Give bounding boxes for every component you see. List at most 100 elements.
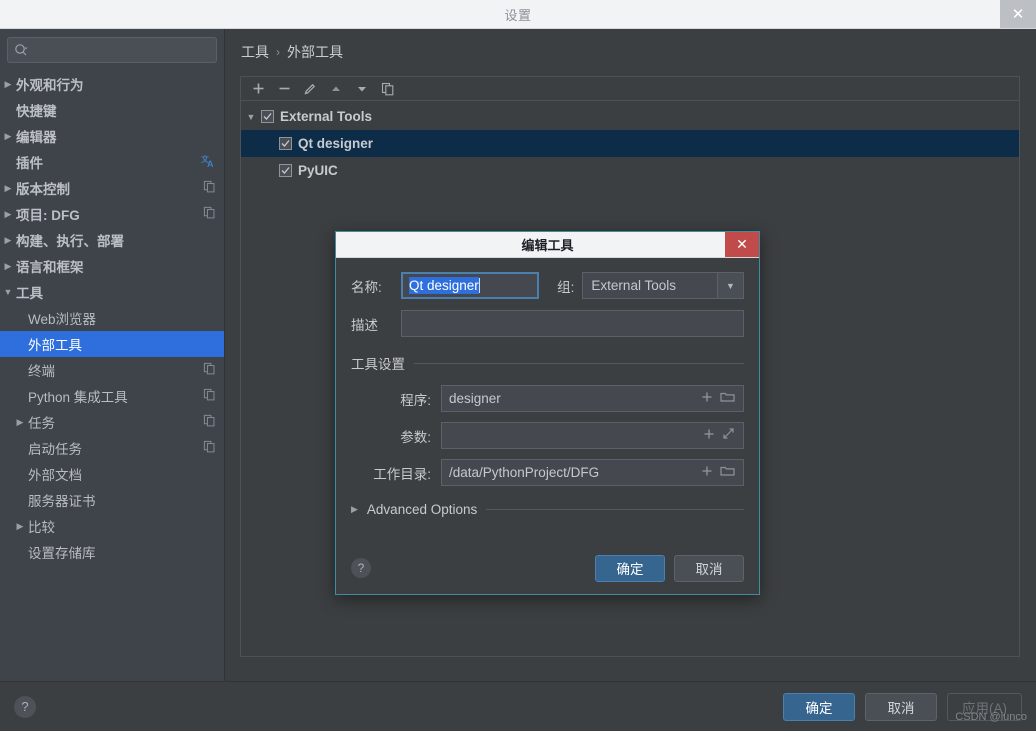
program-input[interactable]: designer	[441, 385, 744, 412]
chevron-right-icon[interactable]: ▶	[12, 417, 28, 428]
chevron-right-icon: ▶	[351, 504, 358, 514]
move-up-button[interactable]	[325, 79, 347, 99]
svg-text:A: A	[207, 159, 214, 168]
move-down-button[interactable]	[351, 79, 373, 99]
sidebar-item-2[interactable]: ▶ 编辑器	[0, 123, 224, 149]
cancel-button[interactable]: 取消	[865, 692, 937, 721]
sidebar-item-10[interactable]: 外部工具	[0, 331, 224, 357]
sidebar-item-label: 编辑器	[16, 130, 57, 145]
working-directory-row: 工作目录: /data/PythonProject/DFG	[351, 459, 744, 486]
tools-tree-row[interactable]: ▼ External Tools	[241, 103, 1019, 130]
sidebar-item-0[interactable]: ▶ 外观和行为	[0, 71, 224, 97]
arguments-input[interactable]	[441, 422, 744, 449]
sidebar-item-8[interactable]: ▼ 工具	[0, 279, 224, 305]
search-input[interactable]	[32, 43, 210, 57]
advanced-options-toggle[interactable]: ▶ Advanced Options	[351, 502, 744, 517]
checkbox[interactable]	[261, 110, 274, 123]
sidebar-item-label: 插件	[16, 156, 43, 171]
sidebar-item-4[interactable]: ▶ 版本控制	[0, 175, 224, 201]
sidebar-item-1[interactable]: 快捷键	[0, 97, 224, 123]
working-directory-input[interactable]: /data/PythonProject/DFG	[441, 459, 744, 486]
sidebar-item-6[interactable]: ▶ 构建、执行、部署	[0, 227, 224, 253]
sidebar-item-12[interactable]: Python 集成工具	[0, 383, 224, 409]
remove-button[interactable]	[273, 79, 295, 99]
sidebar-tree: ▶ 外观和行为 快捷键 ▶ 编辑器 插件文 A ▶ 版本控制 ▶ 项目: DFG ▶ 构建、执行、部署 ▶…	[0, 71, 224, 565]
chevron-right-icon[interactable]: ▶	[0, 183, 16, 194]
copy-icon[interactable]	[203, 414, 216, 430]
sidebar-item-13[interactable]: ▶ 任务	[0, 409, 224, 435]
sidebar-item-11[interactable]: 终端	[0, 357, 224, 383]
dialog-body: 名称: Qt designer 组: External Tools ▼ 描述 工…	[336, 258, 759, 517]
sidebar-item-16[interactable]: 服务器证书	[0, 487, 224, 513]
name-input-value: Qt designer	[409, 277, 479, 294]
description-input[interactable]	[401, 310, 744, 337]
search-container	[0, 29, 224, 69]
name-input[interactable]: Qt designer	[401, 272, 540, 299]
copy-icon[interactable]	[203, 206, 216, 222]
folder-icon[interactable]	[720, 464, 735, 482]
sidebar-item-label: 任务	[28, 416, 55, 431]
tools-tree-row[interactable]: Qt designer	[241, 130, 1019, 157]
external-tools-toolbar	[241, 77, 1019, 101]
ok-button[interactable]: 确定	[783, 692, 855, 721]
group-select[interactable]: External Tools ▼	[582, 272, 744, 299]
tools-tree-row[interactable]: PyUIC	[241, 157, 1019, 184]
chevron-down-icon[interactable]: ▼	[717, 273, 743, 298]
folder-icon[interactable]	[720, 390, 735, 408]
edit-pencil-icon[interactable]	[299, 79, 321, 99]
chevron-down-icon[interactable]: ▼	[241, 112, 261, 122]
insert-macro-icon[interactable]	[701, 464, 713, 482]
dialog-ok-button[interactable]: 确定	[595, 554, 665, 582]
chevron-right-icon[interactable]: ▶	[0, 79, 16, 90]
sidebar-item-label: 语言和框架	[16, 260, 84, 275]
dialog-titlebar: 编辑工具 ✕	[336, 232, 759, 258]
copy-icon[interactable]	[203, 440, 216, 456]
sidebar-item-3[interactable]: 插件 文 A	[0, 149, 224, 175]
chevron-right-icon[interactable]: ▶	[0, 235, 16, 246]
sidebar-item-17[interactable]: ▶ 比较	[0, 513, 224, 539]
panel-scrollbar[interactable]	[1010, 77, 1019, 656]
copy-icon[interactable]	[377, 79, 399, 99]
apply-button[interactable]: 应用(A)	[947, 692, 1022, 721]
sidebar-footer: ?	[0, 681, 225, 731]
chevron-right-icon[interactable]: ▶	[0, 209, 16, 220]
arguments-row: 参数:	[351, 422, 744, 449]
tools-tree-label: External Tools	[280, 109, 373, 124]
tools-tree: ▼ External Tools Qt designer PyUIC	[241, 101, 1019, 184]
sidebar-item-9[interactable]: Web浏览器	[0, 305, 224, 331]
description-row: 描述	[351, 310, 744, 337]
breadcrumb-parent[interactable]: 工具	[241, 42, 269, 62]
close-icon[interactable]: ✕	[1000, 0, 1036, 28]
sidebar-item-label: Web浏览器	[28, 312, 97, 327]
sidebar-item-label: 项目: DFG	[16, 208, 80, 223]
chevron-right-icon[interactable]: ▶	[0, 131, 16, 142]
expand-editor-icon[interactable]	[722, 427, 735, 445]
checkbox[interactable]	[279, 164, 292, 177]
chevron-right-icon[interactable]: ▶	[12, 521, 28, 532]
sidebar-item-label: 构建、执行、部署	[16, 234, 124, 249]
chevron-right-icon[interactable]: ▶	[0, 261, 16, 272]
working-directory-label: 工作目录:	[373, 466, 431, 482]
sidebar-item-7[interactable]: ▶ 语言和框架	[0, 253, 224, 279]
translate-icon[interactable]: 文A	[201, 154, 216, 171]
copy-icon[interactable]	[203, 180, 216, 196]
program-input-value: designer	[449, 391, 501, 406]
insert-macro-icon[interactable]	[703, 427, 715, 445]
sidebar-item-15[interactable]: 外部文档	[0, 461, 224, 487]
checkbox[interactable]	[279, 137, 292, 150]
copy-icon[interactable]	[203, 388, 216, 404]
insert-macro-icon[interactable]	[701, 390, 713, 408]
dialog-help-icon[interactable]: ?	[351, 558, 371, 578]
help-icon[interactable]: ?	[14, 695, 36, 718]
sidebar-item-14[interactable]: 启动任务	[0, 435, 224, 461]
sidebar-item-18[interactable]: 设置存储库	[0, 539, 224, 565]
sidebar-item-5[interactable]: ▶ 项目: DFG	[0, 201, 224, 227]
chevron-down-icon[interactable]: ▼	[0, 287, 16, 297]
working-directory-input-value: /data/PythonProject/DFG	[449, 465, 600, 480]
workdir-field-icons	[701, 464, 743, 482]
add-button[interactable]	[247, 79, 269, 99]
search-box[interactable]	[7, 37, 217, 63]
dialog-cancel-button[interactable]: 取消	[674, 554, 744, 582]
dialog-close-icon[interactable]: ✕	[725, 232, 759, 257]
copy-icon[interactable]	[203, 362, 216, 378]
